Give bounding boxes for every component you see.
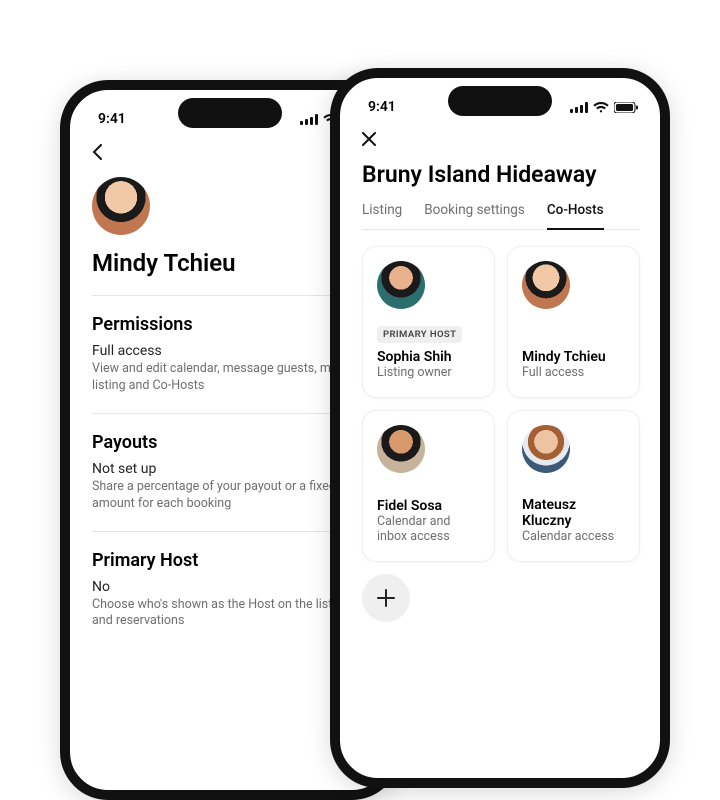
primary-host-badge: PRIMARY HOST xyxy=(377,326,462,343)
avatar xyxy=(377,425,425,473)
cohost-name: Fidel Sosa xyxy=(377,498,480,514)
add-cohost-button[interactable] xyxy=(362,574,410,622)
cohost-card[interactable]: Mateusz Kluczny Calendar access xyxy=(507,410,640,562)
section-permissions[interactable]: Permissions Full access View and edit ca… xyxy=(92,295,370,413)
device-notch xyxy=(448,86,552,116)
tab-cohosts[interactable]: Co-Hosts xyxy=(547,202,604,230)
avatar xyxy=(522,425,570,473)
battery-icon xyxy=(614,102,638,113)
cohost-role: Calendar and inbox access xyxy=(377,514,480,545)
cohost-name: Mindy Tchieu xyxy=(522,349,625,365)
cohost-role: Full access xyxy=(522,365,625,381)
cohost-name: Sophia Shih xyxy=(377,349,480,365)
section-value: Not set up xyxy=(92,461,370,477)
cohost-card[interactable]: Mindy Tchieu Full access xyxy=(507,246,640,398)
avatar xyxy=(522,261,570,309)
cohost-card[interactable]: Fidel Sosa Calendar and inbox access xyxy=(362,410,495,562)
cellular-icon xyxy=(570,102,588,113)
cohost-name: Mateusz Kluczny xyxy=(522,497,625,529)
status-time: 9:41 xyxy=(98,111,126,127)
tabs: Listing Booking settings Co-Hosts xyxy=(362,202,640,230)
wifi-icon xyxy=(593,102,609,113)
section-title: Primary Host xyxy=(92,550,370,571)
cellular-icon xyxy=(300,114,318,125)
plus-icon xyxy=(377,589,395,607)
section-value: No xyxy=(92,579,370,595)
section-title: Permissions xyxy=(92,314,370,335)
chevron-left-icon xyxy=(92,144,102,160)
avatar xyxy=(377,261,425,309)
cohost-role: Listing owner xyxy=(377,365,480,381)
close-icon xyxy=(362,132,376,146)
section-value: Full access xyxy=(92,343,370,359)
section-primary-host[interactable]: Primary Host No Choose who's shown as th… xyxy=(92,531,370,649)
avatar xyxy=(92,177,150,235)
close-button[interactable] xyxy=(362,126,640,161)
cohost-grid: PRIMARY HOST Sophia Shih Listing owner M… xyxy=(362,246,640,562)
phone-cohosts-list: 9:41 Bruny Island Hideaway Listing Booki… xyxy=(330,68,670,788)
device-notch xyxy=(178,98,282,128)
status-time: 9:41 xyxy=(368,99,396,115)
cohost-card[interactable]: PRIMARY HOST Sophia Shih Listing owner xyxy=(362,246,495,398)
section-description: Share a percentage of your payout or a f… xyxy=(92,479,370,513)
tab-booking-settings[interactable]: Booking settings xyxy=(424,202,525,229)
cohost-role: Calendar access xyxy=(522,529,625,545)
section-description: Choose who's shown as the Host on the li… xyxy=(92,597,370,631)
tab-listing[interactable]: Listing xyxy=(362,202,402,229)
cohost-name: Mindy Tchieu xyxy=(92,249,370,277)
cohost-profile-header: Mindy Tchieu xyxy=(92,177,370,277)
status-icons xyxy=(570,102,638,113)
section-title: Payouts xyxy=(92,432,370,453)
section-payouts[interactable]: Payouts Not set up Share a percentage of… xyxy=(92,413,370,531)
page-title: Bruny Island Hideaway xyxy=(362,161,640,188)
back-button[interactable] xyxy=(92,138,370,177)
section-description: View and edit calendar, message guests, … xyxy=(92,361,370,395)
